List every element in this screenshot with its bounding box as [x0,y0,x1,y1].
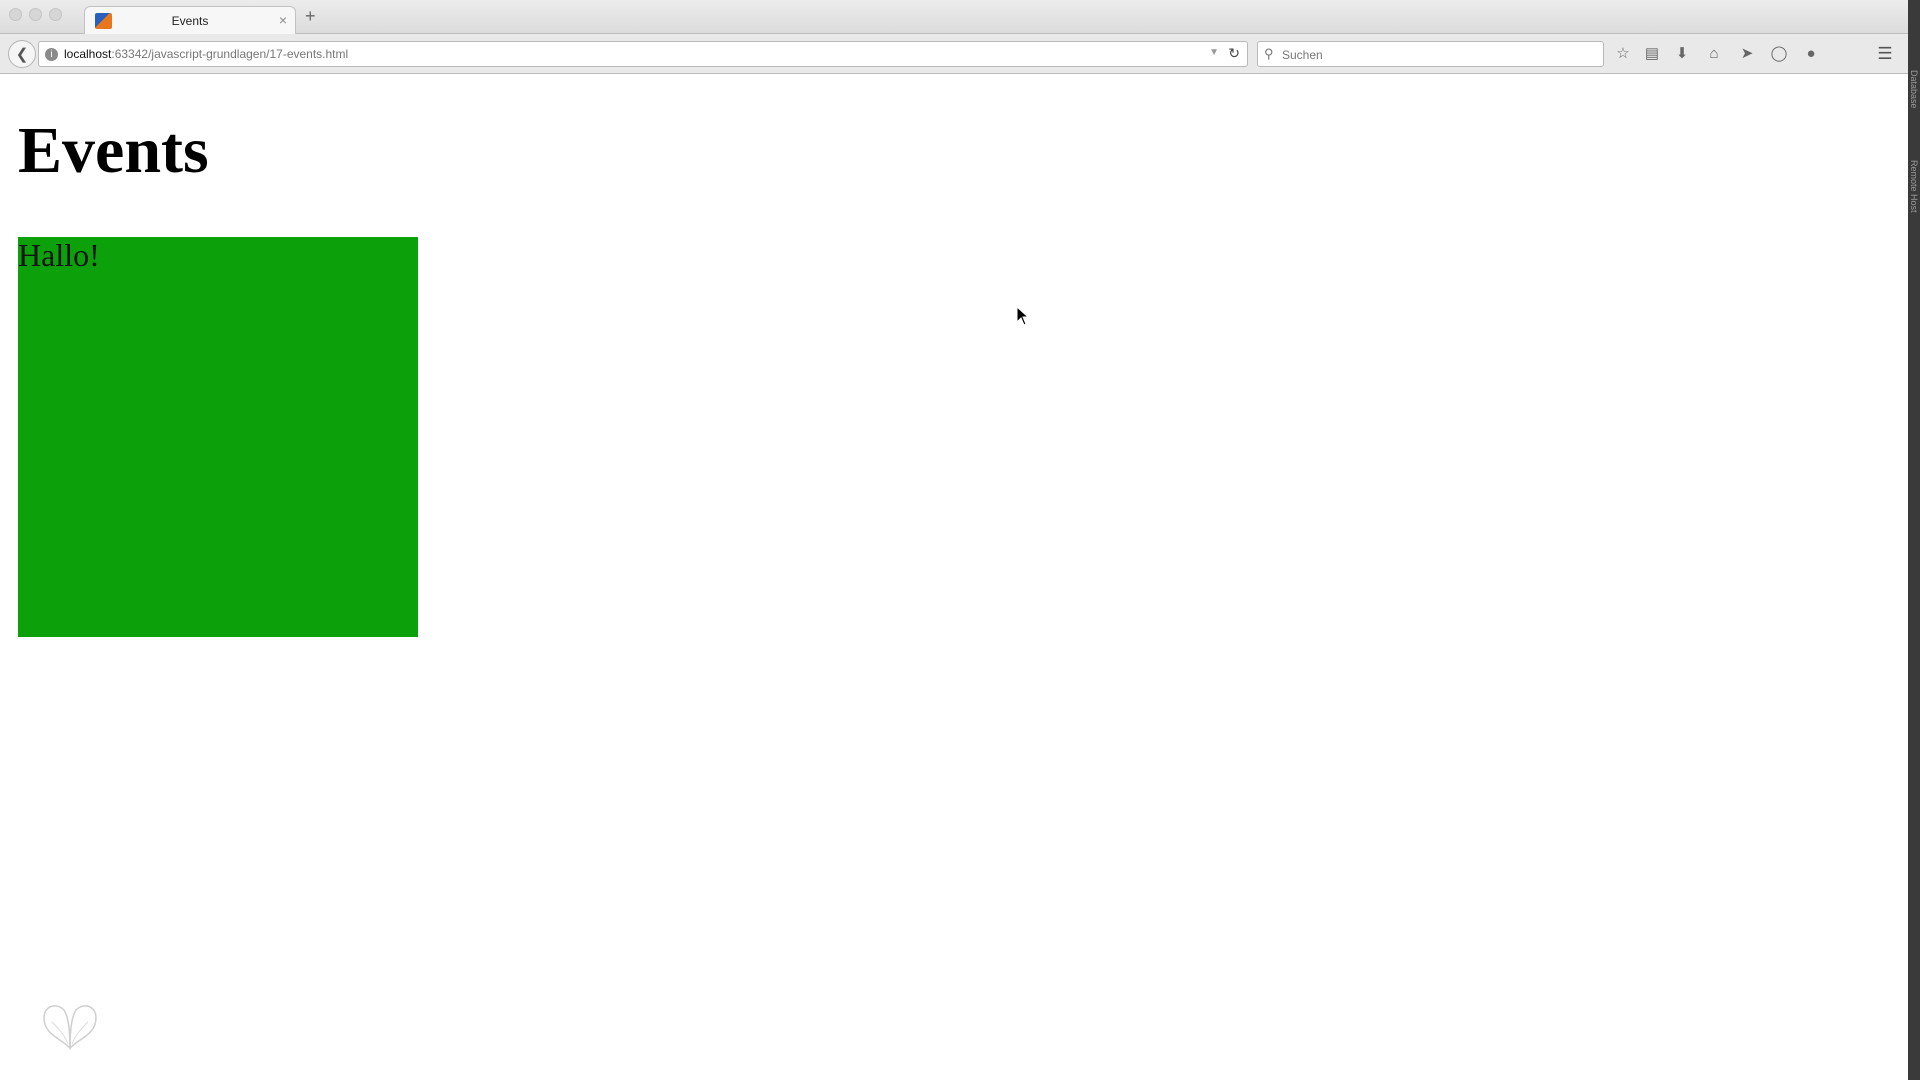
window-close-button[interactable] [9,8,22,21]
tab-bar: Events × + [0,0,1908,35]
window-maximize-button[interactable] [49,8,62,21]
download-icon[interactable]: ⬇ [1672,45,1692,63]
search-input[interactable]: Suchen [1282,48,1323,62]
info-icon[interactable]: i [45,48,58,61]
home-icon[interactable]: ⌂ [1704,45,1724,63]
search-icon: ⚲ [1264,46,1274,61]
url-path: :63342/javascript-grundlagen/17-events.h… [111,47,349,61]
new-tab-button[interactable]: + [305,7,316,25]
tab-close-icon[interactable]: × [279,12,287,28]
bookmark-star-icon[interactable]: ☆ [1613,45,1633,63]
page-content: Events Hallo! [0,75,1908,1080]
navigation-bar: ❮ i localhost:63342/javascript-grundlage… [0,34,1908,74]
url-text[interactable]: localhost:63342/javascript-grundlagen/17… [64,47,348,61]
page-title: Events [18,114,209,187]
tab-events[interactable]: Events × [84,6,296,35]
back-arrow-icon: ❮ [15,46,29,63]
event-box[interactable]: Hallo! [18,237,418,637]
url-dropdown-icon[interactable]: ▼ [1209,47,1219,58]
side-label-database[interactable]: Database [1909,70,1919,109]
search-bar[interactable]: ⚲ Suchen [1257,41,1604,67]
chat-icon[interactable]: ● [1801,45,1821,63]
tab-title: Events [171,14,209,28]
address-bar[interactable]: i localhost:63342/javascript-grundlagen/… [38,41,1248,67]
mouse-cursor-icon [1016,306,1030,326]
ide-side-strip: Database Remote Host [1908,0,1920,1080]
pocket-icon[interactable]: ◯ [1769,45,1789,63]
send-icon[interactable]: ➤ [1737,45,1757,63]
event-box-text: Hallo! [18,237,100,273]
reload-icon[interactable]: ↻ [1228,45,1240,62]
reading-list-icon[interactable]: ▤ [1642,45,1662,63]
butterfly-logo-icon [43,1005,97,1050]
side-label-remote-host[interactable]: Remote Host [1909,160,1919,213]
back-button[interactable]: ❮ [8,40,36,68]
menu-icon[interactable]: ☰ [1875,45,1895,63]
window-minimize-button[interactable] [29,8,42,21]
url-host: localhost [64,47,112,61]
